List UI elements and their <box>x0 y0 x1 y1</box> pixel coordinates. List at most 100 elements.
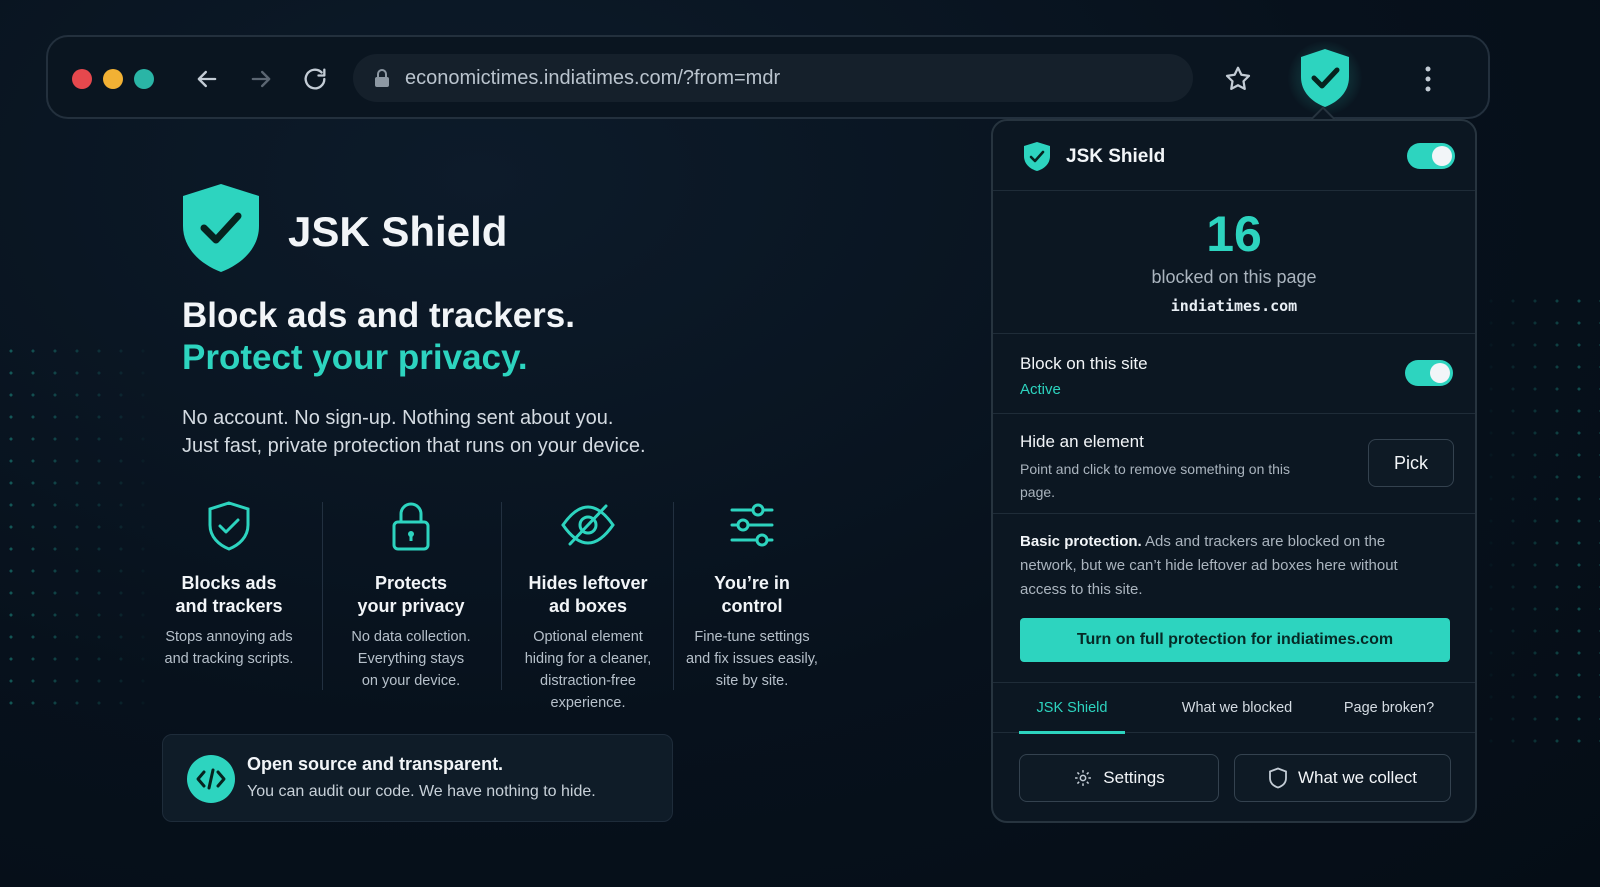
feature-title: Hides leftover ad boxes <box>512 572 664 618</box>
hide-element-label: Hide an element <box>1020 432 1144 451</box>
feature-title: Blocks ads and trackers <box>150 572 308 618</box>
shield-check-icon <box>1023 141 1051 177</box>
bookmark-button[interactable] <box>1218 59 1258 99</box>
lock-icon <box>373 68 391 88</box>
block-on-site-row: Block on this site Active <box>993 334 1475 414</box>
open-source-card: Open source and transparent. You can aud… <box>162 734 673 822</box>
back-arrow-icon <box>197 70 217 88</box>
forward-arrow-icon <box>251 70 271 88</box>
popup-title: JSK Shield <box>1066 146 1166 167</box>
window-minimize-dot[interactable] <box>103 69 123 89</box>
forward-button[interactable] <box>241 59 281 99</box>
feature-protects-privacy: Protects your privacy No data collection… <box>336 500 486 692</box>
feature-desc-line: Stops annoying ads <box>165 629 293 645</box>
decorative-dot-grid-left <box>0 340 160 720</box>
back-button[interactable] <box>187 59 227 99</box>
lock-icon <box>336 500 486 556</box>
feature-desc-line: distraction-free <box>540 673 636 689</box>
popup-header: JSK Shield <box>993 121 1475 191</box>
hide-element-row: Hide an element Point and click to remov… <box>993 414 1475 514</box>
shield-check-icon <box>1301 49 1349 107</box>
feature-list: Blocks ads and trackers Stops annoying a… <box>150 500 850 711</box>
extension-enable-toggle[interactable] <box>1407 143 1455 169</box>
feature-desc: Optional element hiding for a cleaner, d… <box>512 626 664 714</box>
block-on-site-label: Block on this site <box>1020 354 1148 373</box>
feature-desc-line: No data collection. <box>351 629 471 645</box>
reload-icon <box>304 68 326 90</box>
feature-desc-line: hiding for a cleaner, <box>524 651 652 667</box>
block-on-site-toggle[interactable] <box>1405 360 1453 386</box>
brand-logo <box>180 182 262 279</box>
headline: Block ads and trackers. <box>182 296 575 335</box>
feature-title-line: Blocks ads <box>181 573 277 593</box>
feature-in-control: You’re in control Fine-tune settings and… <box>682 500 822 692</box>
feature-title: You’re in control <box>682 572 822 618</box>
feature-desc: Stops annoying ads and tracking scripts. <box>150 626 308 670</box>
feature-title-line: You’re in <box>714 573 790 593</box>
feature-blocks-ads: Blocks ads and trackers Stops annoying a… <box>150 500 308 670</box>
what-we-collect-button[interactable]: What we collect <box>1234 754 1451 802</box>
blocked-summary: 16 blocked on this page indiatimes.com <box>993 191 1475 334</box>
feature-title-line: and trackers <box>175 596 283 616</box>
blocked-count: 16 <box>1206 206 1262 262</box>
block-status: Active <box>1020 381 1061 398</box>
blocked-label: blocked on this page <box>1151 267 1317 287</box>
feature-title-line: Protects <box>374 573 448 593</box>
window-maximize-dot[interactable] <box>134 69 154 89</box>
hide-element-desc: Point and click to remove something on t… <box>1020 461 1291 500</box>
feature-desc-line: experience. <box>550 695 626 711</box>
feature-hides-ad-boxes: Hides leftover ad boxes Optional element… <box>512 500 664 714</box>
feature-desc-line: Fine-tune settings <box>694 629 810 645</box>
code-icon <box>187 755 235 803</box>
tab-what-we-blocked[interactable]: What we blocked <box>1169 683 1305 733</box>
full-protection-button[interactable]: Turn on full protection for indiatimes.c… <box>1020 618 1450 662</box>
shield-outline-icon <box>1269 767 1287 789</box>
tab-jsk-shield[interactable]: JSK Shield <box>1019 683 1125 734</box>
kebab-menu-icon <box>1425 66 1431 92</box>
feature-desc-line: and fix issues easily, <box>686 651 818 667</box>
gear-icon <box>1075 770 1092 786</box>
feature-title-line: ad boxes <box>548 596 628 616</box>
tab-page-broken[interactable]: Page broken? <box>1331 683 1447 733</box>
feature-desc-line: and tracking scripts. <box>164 651 294 667</box>
shield-check-icon <box>183 184 259 272</box>
feature-title-line: Hides leftover <box>528 573 648 593</box>
feature-desc-line: Optional element <box>533 629 643 645</box>
popup-tabs: JSK Shield What we blocked Page broken? <box>993 683 1475 734</box>
settings-label: Settings <box>1103 768 1165 787</box>
headline-accent: Protect your privacy. <box>182 338 528 377</box>
address-bar[interactable]: economictimes.indiatimes.com/?from=mdr <box>353 54 1193 102</box>
current-domain: indiatimes.com <box>1170 297 1298 315</box>
open-source-desc: You can audit our code. We have nothing … <box>247 783 596 800</box>
feature-desc: No data collection. Everything stays on … <box>336 626 486 692</box>
eye-slash-icon <box>512 500 664 556</box>
feature-title-line: control <box>721 596 783 616</box>
browser-menu-button[interactable] <box>1410 59 1446 99</box>
subtext-line: Just fast, private protection that runs … <box>182 435 646 457</box>
feature-desc-line: on your device. <box>361 673 461 689</box>
star-icon <box>1225 66 1251 90</box>
divider <box>501 502 502 690</box>
decorative-dot-grid-right <box>1480 290 1600 750</box>
settings-button[interactable]: Settings <box>1019 754 1219 802</box>
pick-button[interactable]: Pick <box>1368 439 1454 487</box>
extension-popup: JSK Shield 16 blocked on this page india… <box>991 119 1477 823</box>
hero-subtext: No account. No sign-up. Nothing sent abo… <box>182 404 646 460</box>
subtext-line: No account. No sign-up. Nothing sent abo… <box>182 407 614 429</box>
feature-title-line: your privacy <box>357 596 465 616</box>
divider <box>673 502 674 690</box>
feature-desc: Fine-tune settings and fix issues easily… <box>682 626 822 692</box>
feature-desc-line: Everything stays <box>357 651 465 667</box>
extension-button[interactable] <box>1288 41 1362 115</box>
divider <box>322 502 323 690</box>
feature-title: Protects your privacy <box>336 572 486 618</box>
basic-protection-row: Basic protection. Ads and trackers are b… <box>993 514 1475 683</box>
basic-protection-text: Basic protection. Ads and trackers are b… <box>1020 530 1440 602</box>
sliders-icon <box>682 500 822 556</box>
shield-check-icon <box>150 500 308 556</box>
feature-desc-line: site by site. <box>715 673 789 689</box>
browser-toolbar: economictimes.indiatimes.com/?from=mdr <box>46 35 1490 119</box>
window-close-dot[interactable] <box>72 69 92 89</box>
reload-button[interactable] <box>295 59 335 99</box>
brand-title: JSK Shield <box>288 208 508 255</box>
